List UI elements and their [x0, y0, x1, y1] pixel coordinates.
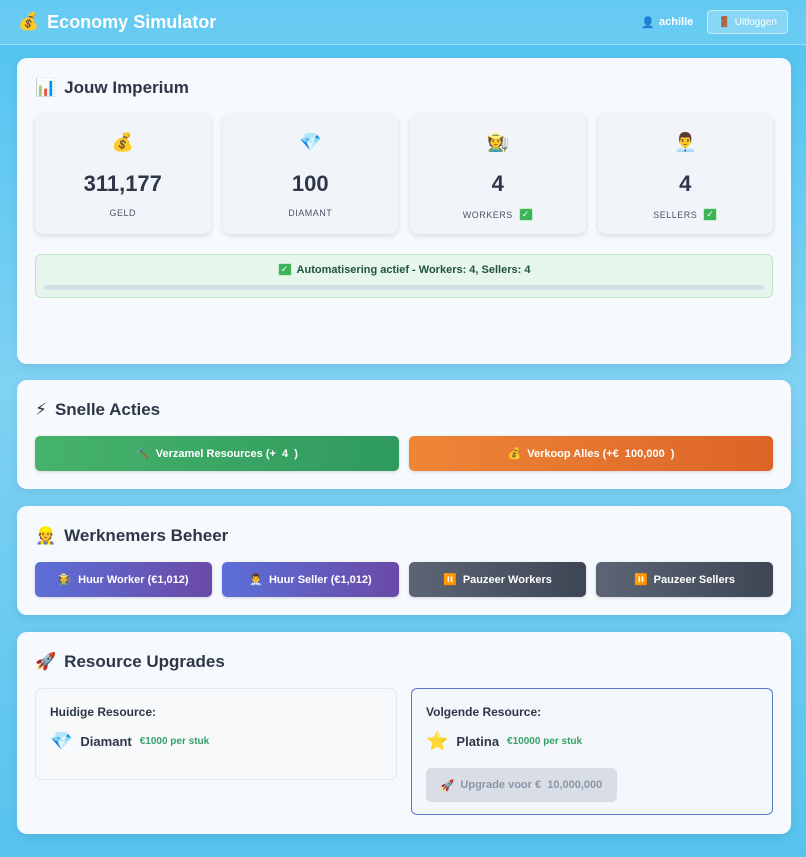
automation-status: ✓ Automatisering actief - Workers: 4, Se…: [35, 254, 773, 298]
user-info: 👤 achille: [641, 16, 693, 29]
businessman-icon: 👨‍💼: [249, 574, 263, 586]
upgrade-label: Upgrade voor € 10,000,000: [460, 779, 603, 791]
construction-worker-icon: 👷: [35, 526, 57, 545]
hire-worker-button[interactable]: 🧑‍🌾 Huur Worker (€1,012): [35, 562, 212, 597]
automation-label: Automatisering actief - Workers: 4, Sell…: [296, 263, 531, 276]
stat-label-text: DIAMANT: [288, 208, 333, 218]
current-resource-heading: Huidige Resource:: [50, 705, 157, 719]
next-resource-name: Platina: [456, 734, 500, 749]
businessman-icon: 👨‍💼: [674, 132, 697, 152]
next-resource-panel: Volgende Resource: ⭐ Platina €10000 per …: [411, 688, 773, 815]
current-resource-name: Diamant: [80, 734, 132, 749]
money-bag-icon: 💰: [111, 132, 134, 152]
empire-card: 📊 Jouw Imperium 💰 311,177 GELD 💎 100 DIA…: [17, 58, 791, 364]
stat-label: SELLERS ✓: [653, 208, 718, 221]
pause-sellers-button[interactable]: ⏸️ Pauzeer Sellers: [596, 562, 773, 597]
automation-text: ✓ Automatisering actief - Workers: 4, Se…: [44, 263, 764, 276]
upgrades-title: 🚀 Resource Upgrades: [35, 652, 773, 672]
stat-value: 4: [679, 171, 692, 196]
pause-workers-label: Pauzeer Workers: [462, 573, 552, 586]
stat-label: WORKERS ✓: [463, 208, 533, 221]
empire-title-text: Jouw Imperium: [64, 78, 189, 97]
stat-label: DIAMANT: [288, 208, 332, 218]
check-icon: ✓: [703, 208, 718, 221]
chart-icon: 📊: [35, 78, 57, 97]
pause-icon: ⏸️: [633, 574, 648, 586]
stat-label-text: SELLERS: [653, 209, 698, 220]
stat-workers: 🧑‍🌾 4 WORKERS ✓: [410, 114, 586, 234]
star-icon: ⭐: [426, 731, 449, 751]
sell-all-button[interactable]: 💰 Verkoop Alles (+€ 100,000 ): [409, 436, 773, 471]
collect-label: Verzamel Resources (+ 4 ): [155, 447, 298, 460]
logout-label: Uitloggen: [734, 16, 777, 28]
upgrades-card: 🚀 Resource Upgrades Huidige Resource: 💎 …: [17, 632, 791, 834]
staff-title: 👷 Werknemers Beheer: [35, 526, 773, 546]
stat-label: GELD: [109, 208, 136, 218]
check-icon: ✓: [518, 208, 533, 221]
staff-card: 👷 Werknemers Beheer 🧑‍🌾 Huur Worker (€1,…: [17, 506, 791, 615]
check-icon: ✓: [277, 263, 292, 276]
stat-value: 4: [491, 171, 504, 196]
upgrade-button[interactable]: 🚀 Upgrade voor € 10,000,000: [426, 768, 617, 802]
quick-actions-title-text: Snelle Acties: [54, 400, 161, 419]
next-resource-item: ⭐ Platina €10000 per stuk: [426, 731, 758, 752]
current-resource-panel: Huidige Resource: 💎 Diamant €1000 per st…: [35, 688, 397, 780]
logout-button[interactable]: 🚪 Uitloggen: [707, 10, 788, 34]
top-bar: 💰 Economy Simulator 👤 achille 🚪 Uitlogge…: [0, 0, 806, 45]
stat-label-text: WORKERS: [462, 209, 513, 220]
automation-progress-bar: [44, 285, 764, 290]
farmer-icon: 🧑‍🌾: [486, 132, 509, 152]
empire-title: 📊 Jouw Imperium: [35, 78, 773, 98]
stat-value: 311,177: [83, 171, 162, 196]
next-resource-heading: Volgende Resource:: [426, 705, 542, 719]
app-brand: 💰 Economy Simulator: [18, 12, 216, 33]
quick-actions-card: ⚡ Snelle Acties ⛏️ Verzamel Resources (+…: [17, 380, 791, 489]
pause-icon: ⏸️: [443, 574, 457, 586]
stats-grid: 💰 311,177 GELD 💎 100 DIAMANT 🧑‍🌾 4 WORKE…: [35, 114, 773, 234]
stat-sellers: 👨‍💼 4 SELLERS ✓: [597, 114, 773, 234]
farmer-icon: 🧑‍🌾: [58, 574, 73, 586]
money-bag-icon: 💰: [18, 12, 40, 31]
hire-worker-label: Huur Worker (€1,012): [78, 573, 189, 586]
diamond-icon: 💎: [50, 731, 73, 751]
next-resource-price: €10000 per stuk: [507, 736, 583, 747]
rocket-icon: 🚀: [35, 652, 57, 671]
stat-money: 💰 311,177 GELD: [35, 114, 211, 234]
diamond-icon: 💎: [299, 132, 322, 152]
user-icon: 👤: [641, 16, 656, 29]
hire-seller-button[interactable]: 👨‍💼 Huur Seller (€1,012): [222, 562, 399, 597]
current-resource-price: €1000 per stuk: [139, 736, 210, 747]
lightning-icon: ⚡: [35, 400, 47, 419]
quick-actions-title: ⚡ Snelle Acties: [35, 400, 773, 420]
staff-title-text: Werknemers Beheer: [64, 526, 229, 545]
app-title: Economy Simulator: [47, 11, 217, 32]
current-resource-item: 💎 Diamant €1000 per stuk: [50, 731, 382, 752]
stat-diamond: 💎 100 DIAMANT: [222, 114, 398, 234]
rocket-icon: 🚀: [440, 779, 455, 792]
pickaxe-icon: ⛏️: [136, 448, 150, 460]
collect-resources-button[interactable]: ⛏️ Verzamel Resources (+ 4 ): [35, 436, 399, 471]
sell-label: Verkoop Alles (+€ 100,000 ): [527, 447, 675, 460]
money-bag-icon: 💰: [507, 448, 522, 460]
upgrades-title-text: Resource Upgrades: [64, 652, 225, 671]
stat-value: 100: [291, 171, 329, 196]
door-icon: 🚪: [718, 16, 731, 28]
pause-sellers-label: Pauzeer Sellers: [653, 573, 736, 586]
pause-workers-button[interactable]: ⏸️ Pauzeer Workers: [409, 562, 586, 597]
stat-label-text: GELD: [109, 208, 136, 218]
hire-seller-label: Huur Seller (€1,012): [268, 573, 372, 586]
username: achille: [659, 16, 694, 28]
